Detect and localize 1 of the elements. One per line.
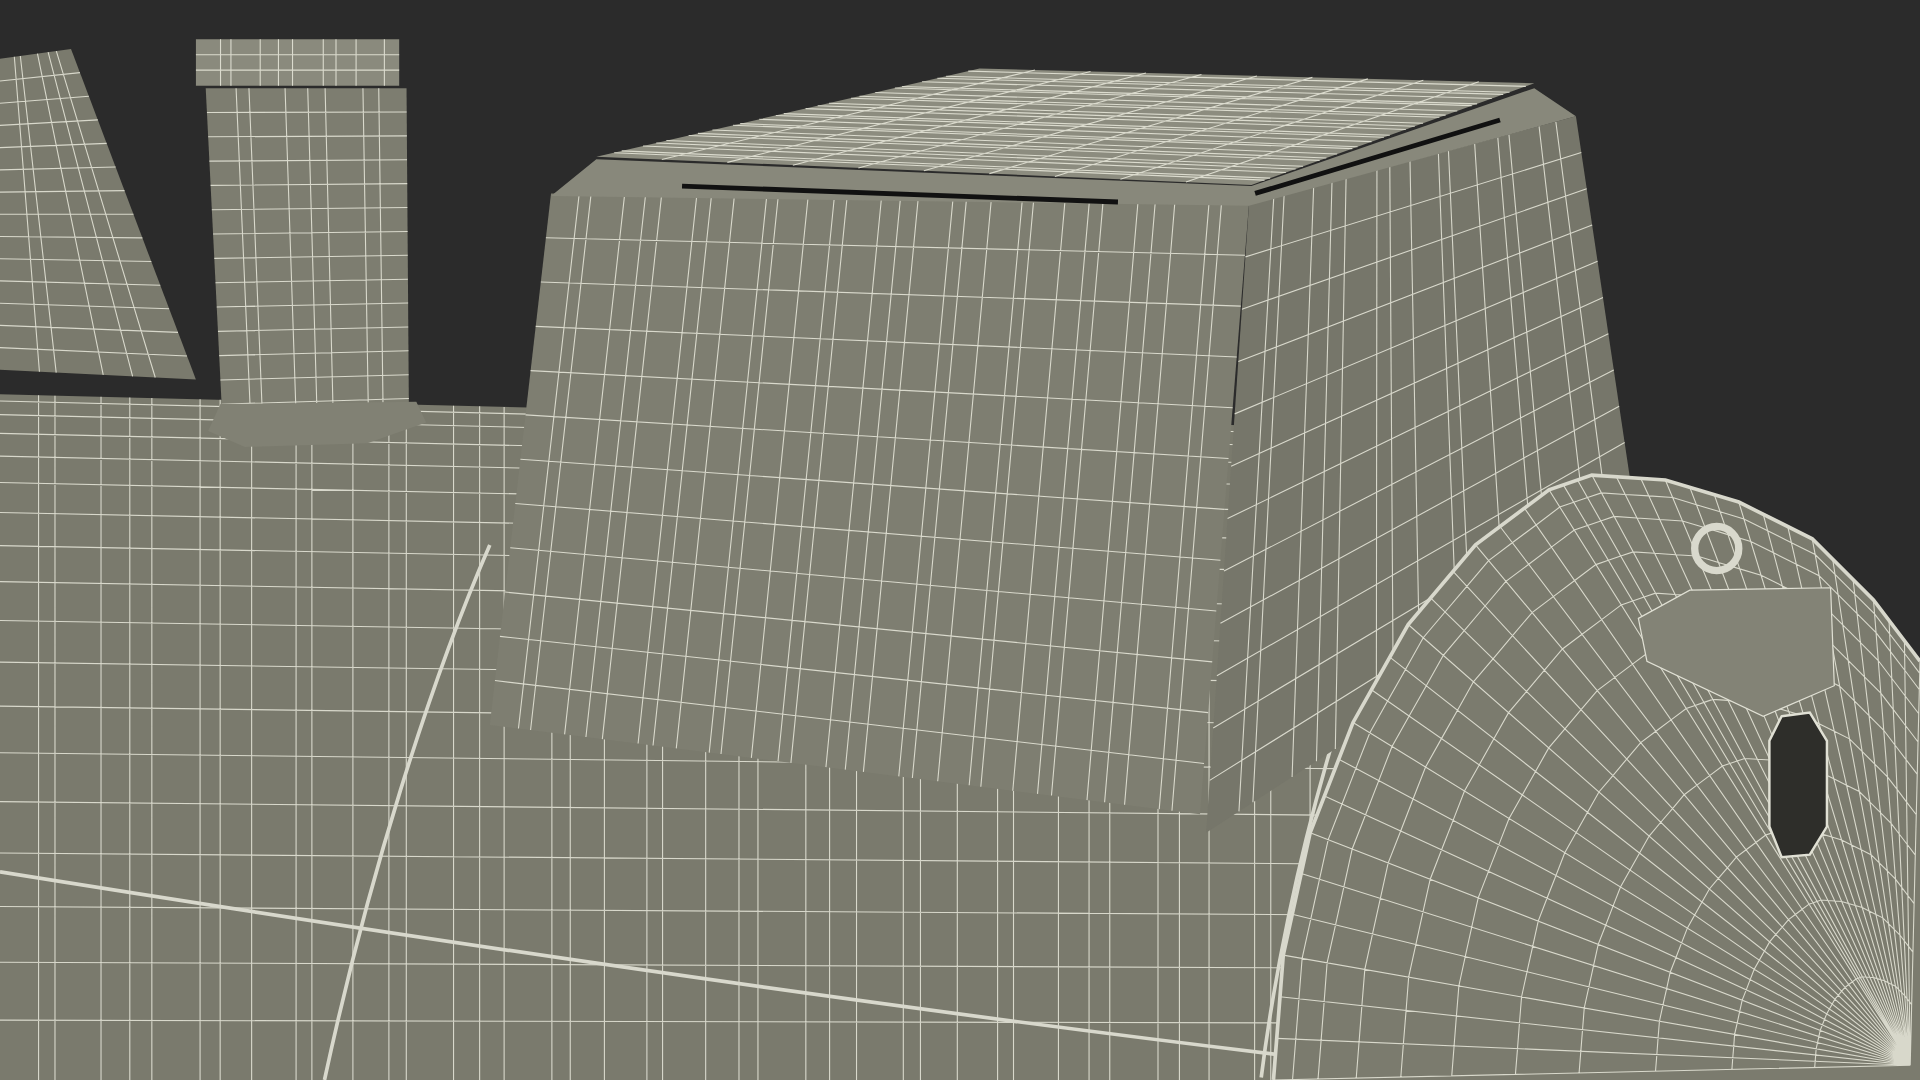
lifting-ring-icon [1691, 522, 1743, 575]
